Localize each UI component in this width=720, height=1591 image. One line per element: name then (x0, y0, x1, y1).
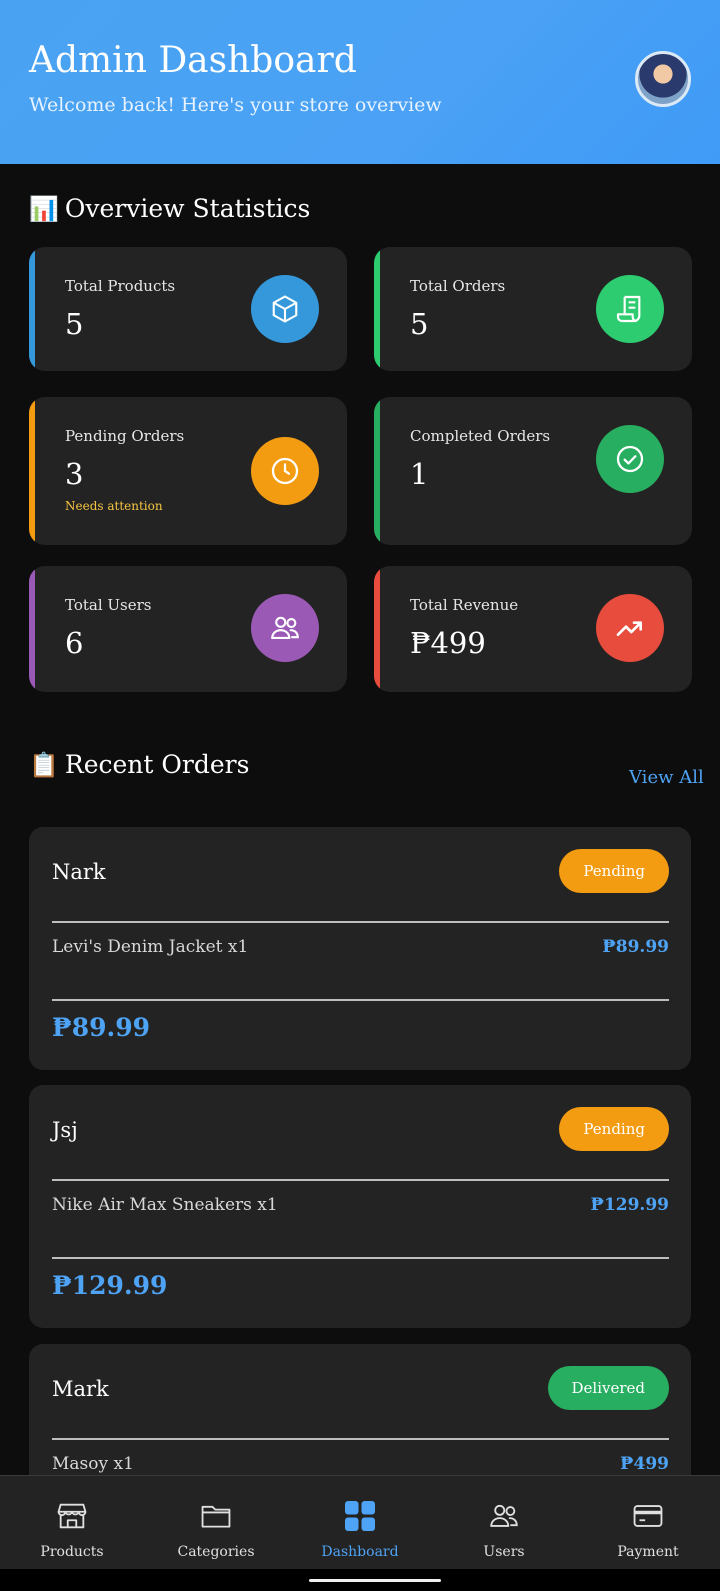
divider (52, 1438, 669, 1440)
divider (52, 999, 669, 1001)
trending-up-icon (596, 594, 664, 662)
stat-value: 6 (65, 626, 84, 660)
users-icon (251, 594, 319, 662)
order-item-name: Levi's Denim Jacket x1 (52, 937, 249, 957)
page-subtitle: Welcome back! Here's your store overview (29, 94, 442, 116)
recent-orders-section-title: 📋 Recent Orders (29, 750, 249, 779)
folder-icon (196, 1498, 236, 1534)
nav-item-payment[interactable]: Payment (576, 1476, 720, 1569)
nav-item-products[interactable]: Products (0, 1476, 144, 1569)
status-badge: Pending (559, 1107, 669, 1151)
order-item-price: ₱499 (620, 1454, 669, 1474)
stat-label: Total Orders (410, 277, 506, 295)
clipboard-emoji-icon: 📋 (29, 751, 59, 779)
order-card[interactable]: Nark Pending Levi's Denim Jacket x1 ₱89.… (29, 827, 691, 1070)
stat-label: Completed Orders (410, 427, 551, 445)
check-circle-icon (596, 425, 664, 493)
order-total: ₱129.99 (52, 1271, 168, 1300)
stat-value: ₱499 (410, 626, 486, 660)
stat-value: 3 (65, 457, 84, 491)
nav-label: Dashboard (321, 1544, 399, 1560)
status-badge: Delivered (547, 1366, 669, 1410)
receipt-icon (596, 275, 664, 343)
order-item-price: ₱129.99 (590, 1195, 669, 1215)
order-item-name: Nike Air Max Sneakers x1 (52, 1195, 278, 1215)
view-all-link[interactable]: View All (629, 767, 704, 788)
stat-label: Total Revenue (410, 596, 519, 614)
accent-bar (374, 247, 380, 371)
stat-value: 5 (410, 307, 429, 341)
page-title: Admin Dashboard (29, 40, 357, 81)
clock-icon (251, 437, 319, 505)
stat-card-total-orders[interactable]: Total Orders 5 (374, 247, 692, 371)
store-icon (52, 1498, 92, 1534)
stat-label: Pending Orders (65, 427, 185, 445)
order-customer-name: Jsj (52, 1118, 78, 1142)
nav-label: Products (40, 1544, 104, 1560)
accent-bar (29, 566, 35, 692)
accent-bar (29, 397, 35, 545)
card-icon (628, 1498, 668, 1534)
nav-label: Payment (617, 1544, 679, 1560)
divider (52, 1257, 669, 1259)
nav-label: Categories (177, 1544, 255, 1560)
stat-card-pending-orders[interactable]: Pending Orders 3 Needs attention (29, 397, 347, 545)
accent-bar (374, 566, 380, 692)
stat-card-completed-orders[interactable]: Completed Orders 1 (374, 397, 692, 545)
users-icon (484, 1498, 524, 1534)
order-item-name: Masoy x1 (52, 1454, 134, 1474)
nav-item-dashboard[interactable]: Dashboard (288, 1476, 432, 1569)
recent-orders-title-text: Recent Orders (64, 750, 250, 779)
nav-item-users[interactable]: Users (432, 1476, 576, 1569)
stat-card-total-products[interactable]: Total Products 5 (29, 247, 347, 371)
divider (52, 1179, 669, 1181)
stat-label: Total Products (65, 277, 176, 295)
stat-card-total-revenue[interactable]: Total Revenue ₱499 (374, 566, 692, 692)
stat-value: 5 (65, 307, 84, 341)
home-indicator[interactable] (309, 1579, 441, 1582)
nav-item-categories[interactable]: Categories (144, 1476, 288, 1569)
overview-section-title: 📊 Overview Statistics (29, 194, 310, 223)
nav-label: Users (483, 1544, 525, 1560)
dashboard-header: Admin Dashboard Welcome back! Here's you… (0, 0, 720, 164)
accent-bar (374, 397, 380, 545)
overview-title-text: Overview Statistics (64, 194, 311, 223)
stat-note: Needs attention (65, 499, 163, 513)
stat-value: 1 (410, 457, 429, 491)
order-item-price: ₱89.99 (602, 937, 669, 957)
order-card[interactable]: Jsj Pending Nike Air Max Sneakers x1 ₱12… (29, 1085, 691, 1328)
accent-bar (29, 247, 35, 371)
stat-label: Total Users (65, 596, 152, 614)
avatar[interactable] (635, 51, 691, 107)
bottom-navigation: Products Categories Dashboard Users Paym… (0, 1475, 720, 1569)
grid-icon (340, 1498, 380, 1534)
order-customer-name: Nark (52, 860, 106, 884)
order-customer-name: Mark (52, 1377, 109, 1401)
divider (52, 921, 669, 923)
box-icon (251, 275, 319, 343)
stat-card-total-users[interactable]: Total Users 6 (29, 566, 347, 692)
order-total: ₱89.99 (52, 1013, 151, 1042)
status-badge: Pending (559, 849, 669, 893)
chart-emoji-icon: 📊 (29, 195, 59, 223)
